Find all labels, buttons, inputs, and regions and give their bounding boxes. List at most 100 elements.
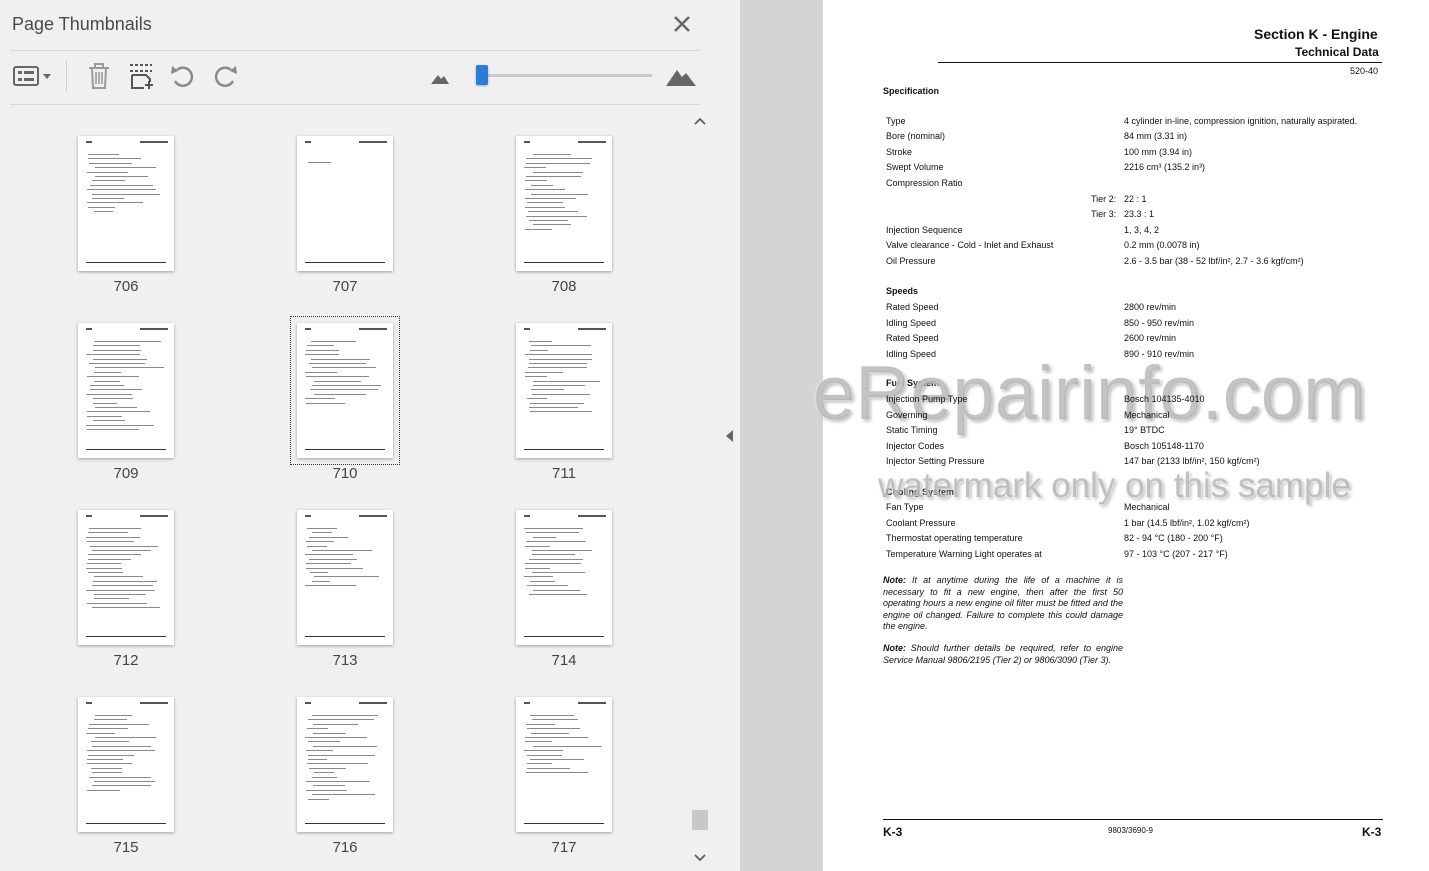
thumbnail-text-line [305, 398, 335, 400]
thumbnail-text-line [314, 772, 334, 774]
thumbnail-text-line [305, 354, 339, 356]
thumbnail-text-line [307, 528, 337, 529]
page-thumbnail[interactable] [297, 697, 393, 832]
small-mountain-icon[interactable] [428, 60, 452, 92]
thumbnail-text-line [87, 415, 122, 417]
thumbnail-text-line [95, 737, 156, 738]
thumbnail-text-line [94, 371, 121, 373]
note-text: Should further details be required, refe… [883, 643, 1123, 665]
thumbnail-text-line [311, 358, 370, 360]
scrollbar-thumb[interactable] [692, 810, 708, 830]
thumbnail-text-line [526, 215, 587, 217]
spec-label: Injection Sequence [886, 225, 963, 235]
thumbnail-text-line [92, 193, 160, 195]
thumbnail-text-line [93, 345, 140, 347]
collapse-left-icon[interactable] [722, 426, 738, 446]
thumbnail-text-line [525, 180, 547, 182]
spec-value: 2.6 - 3.5 bar (38 - 52 lbf/in², 2.7 - 3.… [1124, 256, 1304, 266]
page-thumbnail[interactable] [78, 697, 174, 832]
thumbnail-text-line [526, 158, 592, 160]
thumbnail-text-line [95, 715, 132, 716]
thumbnail-text-line [307, 728, 328, 730]
thumbnail-footer [86, 449, 166, 450]
thumbnail-footer [305, 636, 385, 637]
thumbnail-text-line [525, 567, 550, 569]
thumbnail-text-line [89, 776, 151, 778]
footer-doc-number: 9803/3690-9 [1108, 826, 1153, 835]
thumbnail-scrollbar[interactable] [690, 108, 710, 871]
thumbnail-text-line [312, 794, 375, 796]
note-paragraph: Note: Should further details be required… [883, 643, 1123, 666]
thumbnail-text-line [86, 732, 115, 734]
thumbnail-text-line [526, 532, 579, 534]
page-number-label: 710 [332, 465, 358, 482]
thumbnail-text-line [526, 772, 588, 774]
zoom-slider-handle[interactable] [476, 65, 488, 85]
close-icon[interactable] [670, 12, 694, 36]
thumbnail-text-line [525, 354, 592, 356]
trash-icon[interactable] [84, 60, 114, 92]
rotate-counterclockwise-icon[interactable] [168, 60, 198, 92]
thumbnail-text-line [306, 567, 363, 569]
thumbnail-text-line [527, 398, 547, 400]
thumbnail-text-line [532, 554, 575, 556]
header-rule [938, 62, 1382, 63]
scroll-down-icon[interactable] [693, 853, 707, 863]
thumbnail-text-line [531, 184, 553, 186]
thumbnail-header [140, 328, 168, 330]
page-thumbnail[interactable] [516, 697, 612, 832]
thumbnail-footer [524, 262, 604, 263]
thumbnail-text-line [533, 171, 583, 173]
zoom-slider-track[interactable] [482, 74, 652, 77]
scroll-up-icon[interactable] [693, 116, 707, 126]
thumbnail-text-line [310, 389, 378, 391]
thumbnail-footer [524, 636, 604, 637]
page-thumbnail[interactable] [516, 323, 612, 458]
page-number-label: 715 [113, 839, 139, 856]
page-thumbnail[interactable] [297, 510, 393, 645]
page-thumbnail[interactable] [78, 136, 174, 271]
thumbnail-text-line [314, 576, 379, 578]
thumbnail-text-line [308, 741, 340, 743]
thumbnail-options-icon[interactable] [12, 60, 56, 92]
thumbnail-text-line [87, 541, 134, 543]
spec-label: Tier 3: [1091, 209, 1117, 219]
thumbnail-text-line [87, 759, 123, 760]
page-number-label: 707 [332, 278, 358, 295]
thumbnail-text-line [308, 759, 327, 760]
thumbnail-text-line [87, 750, 155, 752]
page-thumbnail[interactable] [78, 323, 174, 458]
page-number-label: 708 [551, 278, 577, 295]
thumbnail-text-line [306, 349, 339, 351]
thumbnail-text-line [306, 789, 347, 791]
page-thumbnail[interactable] [516, 136, 612, 271]
thumbnail-text-line [89, 363, 145, 364]
thumbnail-text-line [93, 580, 157, 582]
page-thumbnail[interactable] [290, 316, 400, 465]
thumbnail-text-line [94, 576, 143, 578]
insert-pages-icon[interactable] [126, 60, 156, 92]
page-thumbnail[interactable] [78, 510, 174, 645]
thumbnail-text-line [87, 171, 128, 173]
spec-label: Type [886, 116, 906, 126]
thumbnail-footer [86, 262, 166, 263]
spec-label: Thermostat operating temperature [886, 533, 1023, 543]
thumbnail-text-line [88, 558, 131, 560]
page-thumbnail[interactable] [516, 510, 612, 645]
thumbnail-text-line [92, 745, 151, 747]
thumbnail-text-line [307, 545, 327, 547]
large-mountain-icon[interactable] [664, 60, 698, 92]
thumbnail-header [140, 515, 168, 517]
thumbnail-text-line [308, 754, 375, 756]
divider [10, 104, 700, 105]
rotate-clockwise-icon[interactable] [210, 60, 240, 92]
thumbnail-text-line [306, 376, 369, 378]
thumbnail-text-line [312, 367, 376, 369]
spec-value: 1, 3, 4, 2 [1124, 225, 1160, 235]
thumbnail-text-line [95, 407, 137, 408]
thumbnail-header [359, 702, 387, 704]
page-thumbnail[interactable] [297, 136, 393, 271]
page-number-label: 712 [113, 652, 139, 669]
thumbnail-text-line [530, 580, 555, 582]
speeds-heading: Speeds [886, 286, 919, 296]
